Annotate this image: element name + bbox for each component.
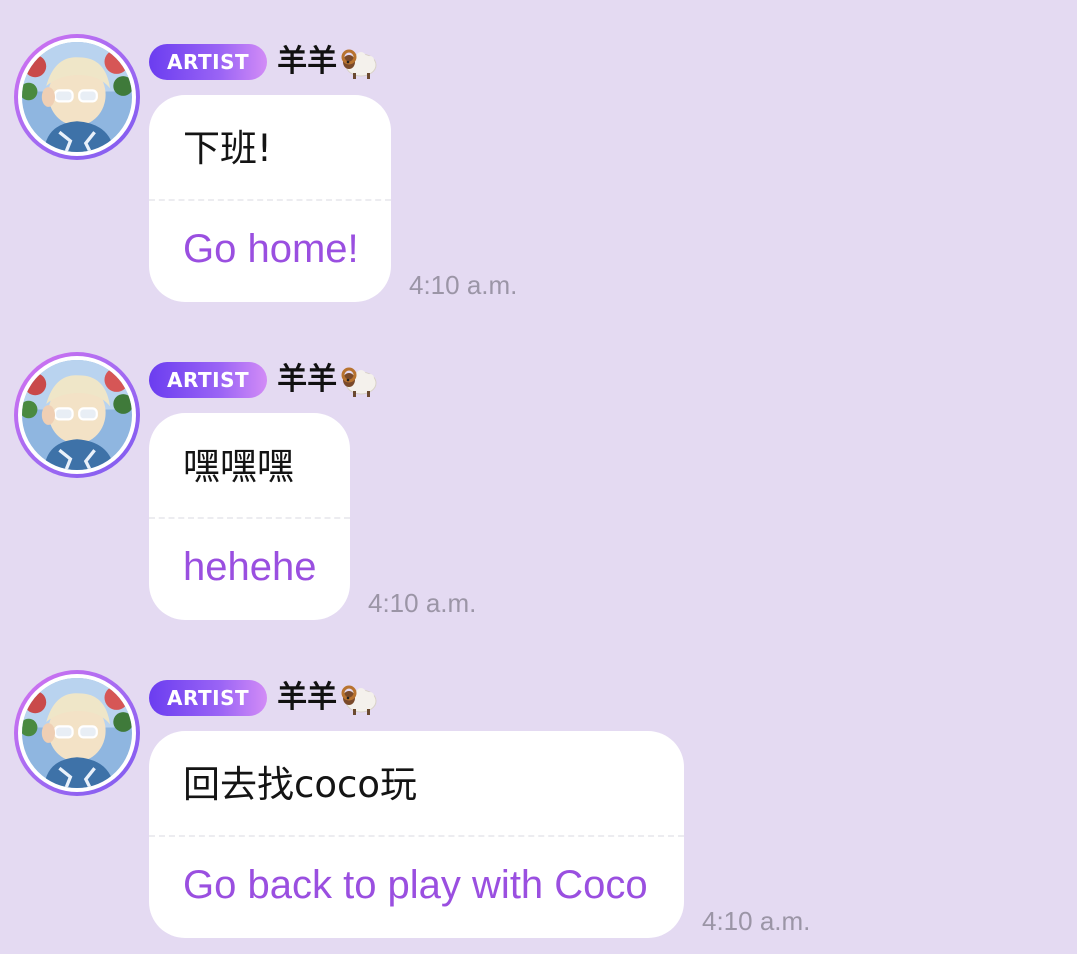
- avatar-photo: [22, 360, 132, 470]
- chat-message: ARTIST 羊羊 下班! Go home! 4:10 a.m.: [0, 0, 1077, 318]
- sender-name[interactable]: 羊羊: [277, 360, 337, 400]
- avatar-photo: [22, 678, 132, 788]
- avatar-frame: [18, 38, 136, 156]
- sender-name[interactable]: 羊羊: [277, 678, 337, 718]
- message-timestamp: 4:10 a.m.: [409, 270, 518, 300]
- message-bubble[interactable]: 下班! Go home!: [149, 95, 391, 302]
- message-timestamp: 4:10 a.m.: [702, 906, 811, 936]
- artist-badge: ARTIST: [149, 44, 268, 80]
- message-translation-text: Go home!: [183, 227, 359, 271]
- message-header: ARTIST 羊羊: [149, 360, 379, 400]
- avatar[interactable]: [14, 352, 140, 478]
- avatar[interactable]: [14, 670, 140, 796]
- message-original-text: 下班!: [183, 127, 272, 170]
- message-translation-text: hehehe: [183, 545, 317, 589]
- avatar[interactable]: [14, 34, 140, 160]
- chat-message: ARTIST 羊羊 嘿嘿嘿 hehehe 4:10 a.m.: [0, 318, 1077, 636]
- message-timestamp: 4:10 a.m.: [368, 588, 477, 618]
- avatar-frame: [18, 356, 136, 474]
- message-header: ARTIST 羊羊: [149, 42, 379, 82]
- message-original-text: 回去找coco玩: [183, 763, 417, 806]
- sender-name[interactable]: 羊羊: [277, 42, 337, 82]
- ram-icon: [341, 685, 377, 715]
- avatar-frame: [18, 674, 136, 792]
- chat-message: ARTIST 羊羊 回去找coco玩 Go back to play with …: [0, 636, 1077, 954]
- message-translation-text: Go back to play with Coco: [183, 863, 648, 907]
- message-original-text: 嘿嘿嘿: [183, 445, 294, 488]
- message-bubble[interactable]: 嘿嘿嘿 hehehe: [149, 413, 350, 620]
- message-bubble[interactable]: 回去找coco玩 Go back to play with Coco: [149, 731, 684, 938]
- avatar-photo: [22, 42, 132, 152]
- message-header: ARTIST 羊羊: [149, 678, 379, 718]
- ram-icon: [341, 49, 377, 79]
- artist-badge: ARTIST: [149, 680, 268, 716]
- ram-icon: [341, 367, 377, 397]
- artist-badge: ARTIST: [149, 362, 268, 398]
